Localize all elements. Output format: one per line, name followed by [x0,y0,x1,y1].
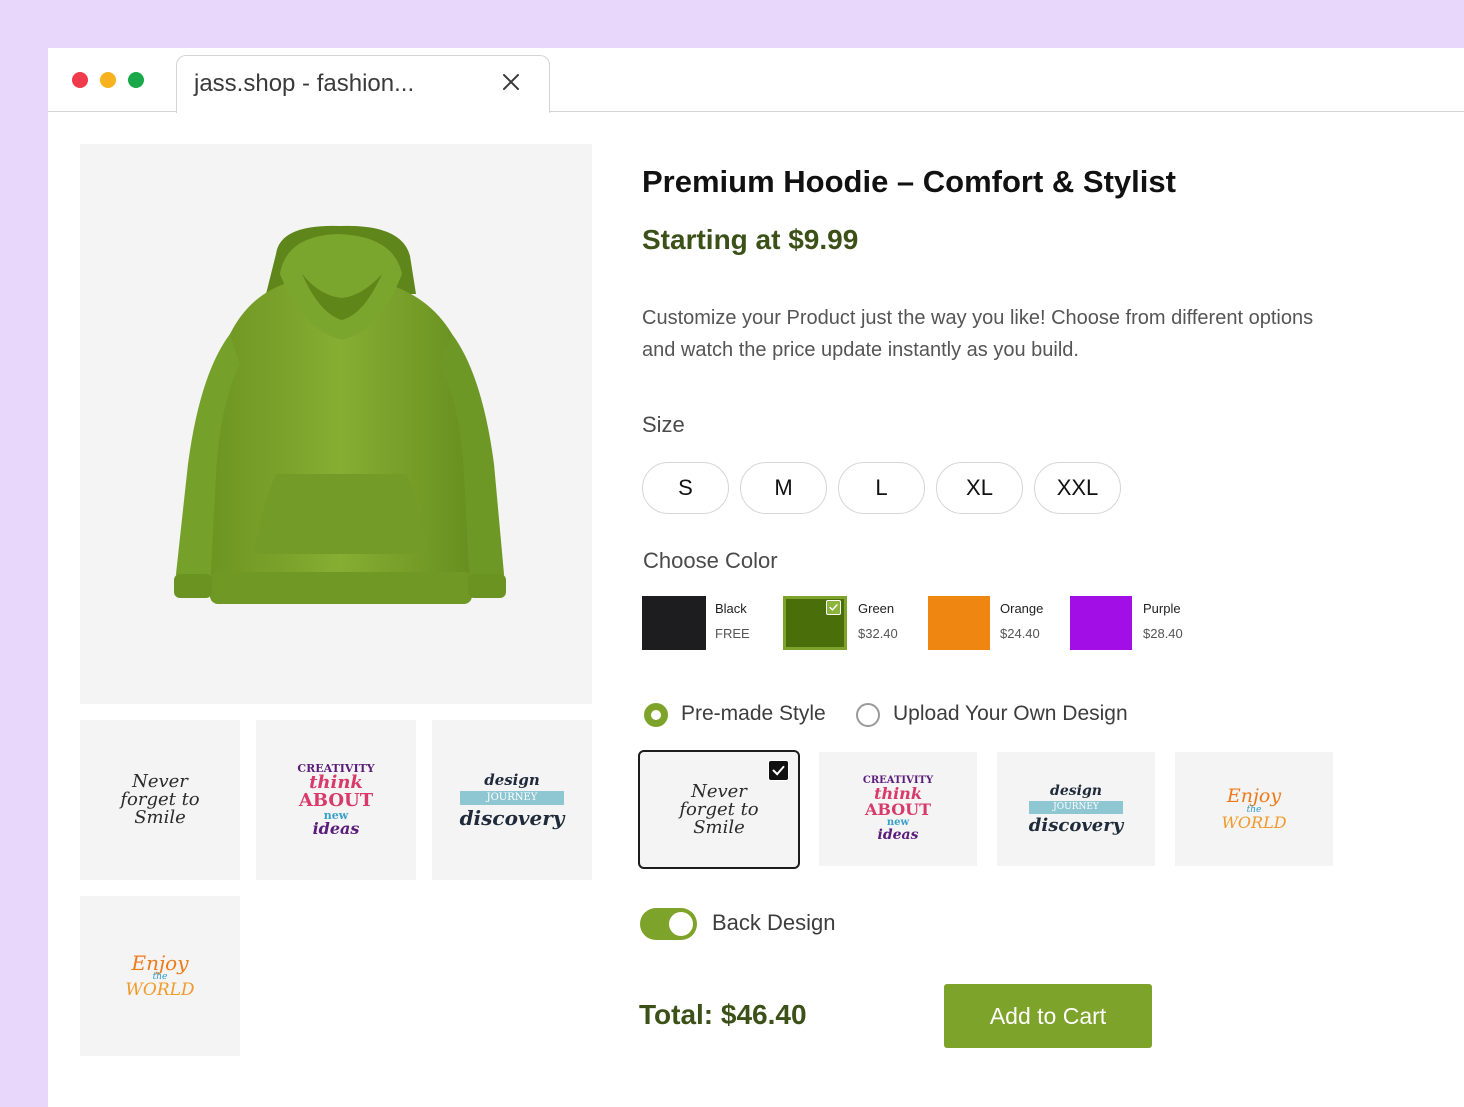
style-card-never-forget[interactable]: Never forget to Smile [638,750,800,869]
premade-style-radio[interactable] [644,703,668,727]
product-description: Customize your Product just the way you … [642,307,1314,361]
color-name-orange: Orange [1000,601,1044,616]
size-option-s[interactable]: S [642,462,729,514]
maximize-window-dot[interactable] [128,72,144,88]
total-price: Total: $46.40 [639,999,807,1030]
product-image [80,144,592,704]
style-card-design-journey[interactable]: design JOURNEY discovery [997,752,1155,866]
product-title: Premium Hoodie – Comfort & Stylist [642,164,1176,199]
color-price-purple: $28.40 [1143,626,1183,641]
hoodie-image [174,225,506,604]
design-art-creativity: CREATIVITY think ABOUT new ideas [862,775,934,843]
premade-style-label[interactable]: Pre-made Style [681,702,826,726]
design-art-never-forget: Never forget to Smile [679,780,759,838]
thumbnail-enjoy-world[interactable]: Enjoy the WORLD [80,896,240,1056]
color-price-green: $32.40 [858,626,898,641]
design-art-journey: design JOURNEY discovery [1028,782,1124,836]
size-option-xxl[interactable]: XXL [1034,462,1121,514]
close-icon[interactable] [499,70,523,94]
style-card-creativity[interactable]: CREATIVITY think ABOUT new ideas [819,752,977,866]
thumbnail-never-forget[interactable]: Never forget to Smile [80,720,240,880]
color-price-orange: $24.40 [1000,626,1040,641]
tab-title: jass.shop - fashion... [194,70,415,97]
back-design-toggle[interactable] [640,908,697,940]
product-price: Starting at $9.99 [642,224,859,255]
color-name-green: Green [858,601,895,616]
design-art-journey: design JOURNEY discovery [459,770,565,830]
tab-bar: jass.shop - fashion... [48,48,1464,113]
upload-design-label[interactable]: Upload Your Own Design [893,702,1128,726]
add-to-cart-button[interactable]: Add to Cart [944,984,1152,1048]
upload-design-radio[interactable] [856,703,880,727]
close-window-dot[interactable] [72,72,88,88]
size-label: Size [642,412,685,437]
design-art-enjoy-world: Enjoy the WORLD [1221,785,1287,832]
browser-window: jass.shop - fashion... Never forget to S… [48,48,1464,1107]
thumbnail-design-journey[interactable]: design JOURNEY discovery [432,720,592,880]
back-design-label: Back Design [712,910,836,935]
check-icon [768,760,789,781]
color-swatch-black[interactable] [642,596,706,650]
design-art-never-forget: Never forget to Smile [120,771,200,828]
color-label: Choose Color [643,548,778,573]
style-card-enjoy-world[interactable]: Enjoy the WORLD [1175,752,1333,866]
check-icon [826,600,841,615]
thumbnail-creativity[interactable]: CREATIVITY think ABOUT new ideas [256,720,416,880]
design-art-creativity: CREATIVITY think ABOUT new ideas [297,762,375,838]
color-price-black: FREE [715,626,750,641]
size-option-xl[interactable]: XL [936,462,1023,514]
color-swatch-purple[interactable] [1070,596,1132,650]
toggle-knob [669,912,693,936]
color-name-purple: Purple [1143,601,1181,616]
minimize-window-dot[interactable] [100,72,116,88]
size-option-l[interactable]: L [838,462,925,514]
design-art-enjoy-world: Enjoy the WORLD [125,951,195,1000]
size-option-m[interactable]: M [740,462,827,514]
browser-tab[interactable]: jass.shop - fashion... [176,55,550,113]
color-swatch-green[interactable] [783,596,847,650]
color-name-black: Black [715,601,747,616]
size-options: S M L XL XXL [642,462,1121,514]
color-swatch-orange[interactable] [928,596,990,650]
